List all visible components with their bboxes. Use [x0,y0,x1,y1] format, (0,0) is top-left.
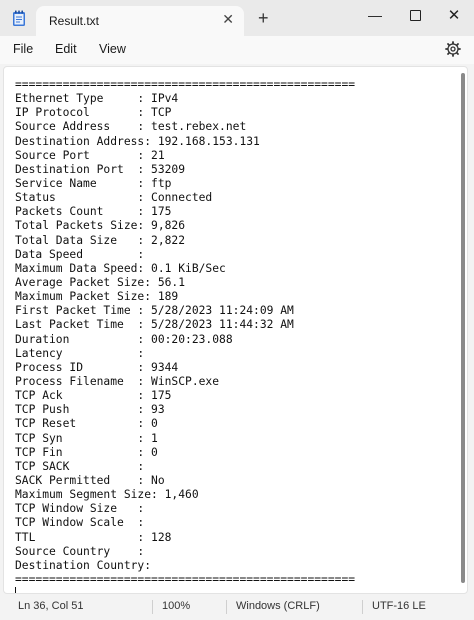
status-divider [362,600,363,614]
text-line: Latency : [15,346,145,360]
menu-file[interactable]: File [13,42,33,56]
text-line: Total Packets Size: 9,826 [15,219,186,233]
text-line: Average Packet Size: 56.1 [15,275,186,289]
text-line: Data Speed : [15,247,145,261]
text-line: Total Data Size : 2,822 [15,233,186,247]
close-icon: ✕ [447,7,461,24]
text-line: TCP Ack : 175 [15,389,172,403]
text-line: Ethernet Type : IPv4 [15,92,179,106]
text-line: First Packet Time : 5/28/2023 11:24:09 A… [15,304,294,318]
text-line: ========================================… [15,78,356,91]
text-line: TTL : 128 [15,530,172,544]
text-editor[interactable]: ========================================… [3,66,468,594]
text-line: TCP Syn : 1 [15,431,158,445]
text-line: SACK Permitted : No [15,473,165,487]
text-line: TCP Push : 93 [15,403,165,417]
new-tab-button[interactable]: + [258,8,269,29]
text-line: TCP Window Scale : [15,516,145,530]
text-line: Service Name : ftp [15,176,172,190]
text-line: Maximum Data Speed: 0.1 KiB/Sec [15,261,226,275]
status-bar: Ln 36, Col 51 100% Windows (CRLF) UTF-16… [0,594,474,620]
text-line: Packets Count : 175 [15,205,172,219]
text-line: Maximum Packet Size: 189 [15,290,179,304]
cursor-position: Ln 36, Col 51 [18,600,84,612]
close-button[interactable]: ✕ [434,4,474,26]
notepad-icon [13,10,25,26]
text-line: IP Protocol : TCP [15,106,172,120]
text-line: Last Packet Time : 5/28/2023 11:44:32 AM [15,318,294,332]
tab-title: Result.txt [49,14,100,28]
tab-result-txt[interactable]: Result.txt ✕ [36,6,244,36]
text-caret [15,587,16,593]
title-bar: Result.txt ✕ + — ✕ [0,0,474,36]
text-line: TCP SACK : [15,459,145,473]
status-divider [226,600,227,614]
text-line: Status : Connected [15,191,213,205]
menu-view[interactable]: View [99,42,126,56]
text-line: Duration : 00:20:23.088 [15,332,233,346]
status-divider [152,600,153,614]
text-line: Source Port : 21 [15,148,165,162]
text-line: Destination Port : 53209 [15,162,186,176]
text-line: ========================================… [15,572,356,586]
text-line: Maximum Segment Size: 1,460 [15,488,199,502]
maximize-icon [409,9,421,21]
text-line: TCP Reset : 0 [15,417,158,431]
vertical-scrollbar[interactable] [461,73,465,583]
text-line: Destination Country: [15,558,152,572]
encoding[interactable]: UTF-16 LE [372,600,426,612]
text-line: Source Address : test.rebex.net [15,120,247,134]
maximize-button[interactable] [395,4,435,26]
menu-bar: File Edit View [0,36,474,64]
text-line: TCP Window Size : [15,502,145,516]
line-ending[interactable]: Windows (CRLF) [236,600,320,612]
text-line: Source Country : [15,544,145,558]
text-line: Destination Address: 192.168.153.131 [15,134,260,148]
document-text: ========================================… [15,78,356,593]
menu-edit[interactable]: Edit [55,42,77,56]
zoom-level[interactable]: 100% [162,600,190,612]
gear-icon[interactable] [445,41,461,57]
minimize-button[interactable]: — [355,4,395,26]
text-line: Process ID : 9344 [15,360,179,374]
text-line: TCP Fin : 0 [15,445,158,459]
text-line: Process Filename : WinSCP.exe [15,374,220,388]
tab-close-icon[interactable]: ✕ [222,11,234,28]
